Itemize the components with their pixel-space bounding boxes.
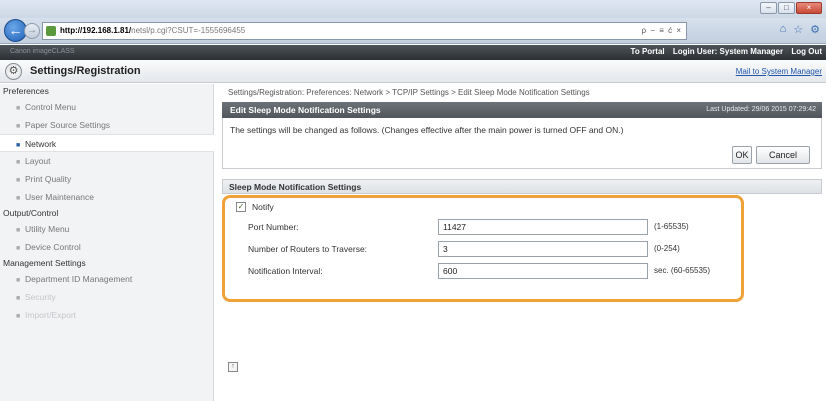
notification-interval-label: Notification Interval: [248,266,323,276]
url-host: http://192.168.1.81/ [60,26,132,35]
notify-label: Notify [252,202,274,212]
sidebar-group-preferences: Preferences [3,86,49,96]
home-icon[interactable]: ⌂ [780,23,787,36]
section-title: Sleep Mode Notification Settings [229,182,362,192]
sidebar-item-import-export[interactable]: ■ Import/Export [0,306,213,324]
section-header: Sleep Mode Notification Settings [222,179,822,194]
notification-interval-range: sec. (60-65535) [654,266,711,275]
sidebar-item-label: User Maintenance [25,192,94,202]
panel-title: Edit Sleep Mode Notification Settings [230,105,381,115]
user-links: To Portal Login User: System Manager Log… [625,47,822,56]
site-favicon-icon [46,26,56,36]
cancel-button[interactable]: Cancel [756,146,810,164]
port-number-label: Port Number: [248,222,299,232]
sidebar-item-label: Department ID Management [25,274,133,284]
edit-panel-body: The settings will be changed as follows.… [222,118,822,169]
page-title: Settings/Registration [30,65,141,77]
sidebar-item-label: Paper Source Settings [25,120,111,130]
to-portal-link[interactable]: To Portal [631,47,665,56]
sidebar-item-label: Network [25,139,57,149]
main-content: Settings/Registration: Preferences: Netw… [222,84,822,372]
notify-checkbox[interactable]: ✓ [236,202,246,212]
sidebar-item-utility-menu[interactable]: ■ Utility Menu [0,220,213,238]
browser-toolbar-icons: ⌂ ☆ ⚙ [780,23,820,36]
login-user-label: Login User: System Manager [672,47,784,56]
sleep-mode-form: ✓ Notify Port Number: 11427 (1-65535) Nu… [222,194,822,302]
address-url[interactable]: http://192.168.1.81/netsl/p.cgi?CSUT=-15… [60,26,245,35]
sidebar-item-label: Control Menu [25,102,77,112]
sidebar: Preferences ■ Control Menu ■ Paper Source … [0,84,214,401]
sidebar-item-label: Import/Export [25,310,77,320]
bullet-icon: ■ [16,313,21,320]
logout-link[interactable]: Log Out [791,47,822,56]
sidebar-item-network[interactable]: ■ Network [0,134,214,152]
settings-header: ⚙ Settings/Registration Mail to System M… [0,60,826,83]
ok-button[interactable]: OK [732,146,752,164]
device-brand-text: Canon imageCLASS [10,48,75,55]
url-path: netsl/p.cgi?CSUT=-1555696455 [131,26,246,35]
sidebar-item-control-menu[interactable]: ■ Control Menu [0,98,213,116]
sidebar-item-label: Security [25,292,56,302]
bullet-icon: ■ [16,245,21,252]
minimize-button[interactable]: – [760,2,777,14]
last-updated: Last Updated: 29/06 2015 07:29:42 [706,106,816,113]
sidebar-group-output-control: Output/Control [3,208,59,218]
mail-to-system-manager-link[interactable]: Mail to System Manager [736,67,822,76]
sidebar-item-print-quality[interactable]: ■ Print Quality [0,170,213,188]
sidebar-item-label: Layout [25,156,51,166]
sidebar-item-device-control[interactable]: ■ Device Control [0,238,213,256]
routers-to-traverse-input[interactable]: 3 [438,241,648,257]
settings-gear-icon: ⚙ [5,63,22,80]
sidebar-item-security[interactable]: ■ Security [0,288,213,306]
maximize-button[interactable]: □ [778,2,795,14]
port-number-range: (1-65535) [654,222,689,231]
sidebar-item-label: Utility Menu [25,224,70,234]
close-button[interactable]: × [796,2,822,14]
sidebar-group-management-settings: Management Settings [3,258,86,268]
sidebar-item-department-id-management[interactable]: ■ Department ID Management [0,270,213,288]
window-controls: – □ × [760,2,822,14]
forward-icon[interactable]: → [24,23,40,39]
bullet-icon: ■ [16,195,21,202]
sidebar-item-paper-source-settings[interactable]: ■ Paper Source Settings [0,116,213,134]
device-header-bar: Canon imageCLASS To Portal Login User: S… [0,45,826,60]
back-to-top-icon[interactable]: ↑ [228,362,238,372]
favorites-star-icon[interactable]: ☆ [793,23,803,36]
window-titlebar: – □ × [0,0,826,18]
edit-panel-header: Edit Sleep Mode Notification Settings La… [222,102,822,118]
sidebar-item-label: Device Control [25,242,81,252]
address-tools[interactable]: ρ − ≡ ć × [642,26,682,35]
sidebar-item-user-maintenance[interactable]: ■ User Maintenance [0,188,213,206]
change-notice: The settings will be changed as follows.… [230,125,624,135]
gear-icon[interactable]: ⚙ [810,23,820,36]
routers-to-traverse-label: Number of Routers to Traverse: [248,244,368,254]
notification-interval-input[interactable]: 600 [438,263,648,279]
browser-navbar: ← → http://192.168.1.81/netsl/p.cgi?CSUT… [0,18,826,44]
routers-to-traverse-range: (0-254) [654,244,680,253]
port-number-input[interactable]: 11427 [438,219,648,235]
sidebar-item-layout[interactable]: ■ Layout [0,152,213,170]
address-bar[interactable]: http://192.168.1.81/netsl/p.cgi?CSUT=-15… [42,22,687,40]
breadcrumb: Settings/Registration: Preferences: Netw… [228,88,590,97]
sidebar-item-label: Print Quality [25,174,72,184]
